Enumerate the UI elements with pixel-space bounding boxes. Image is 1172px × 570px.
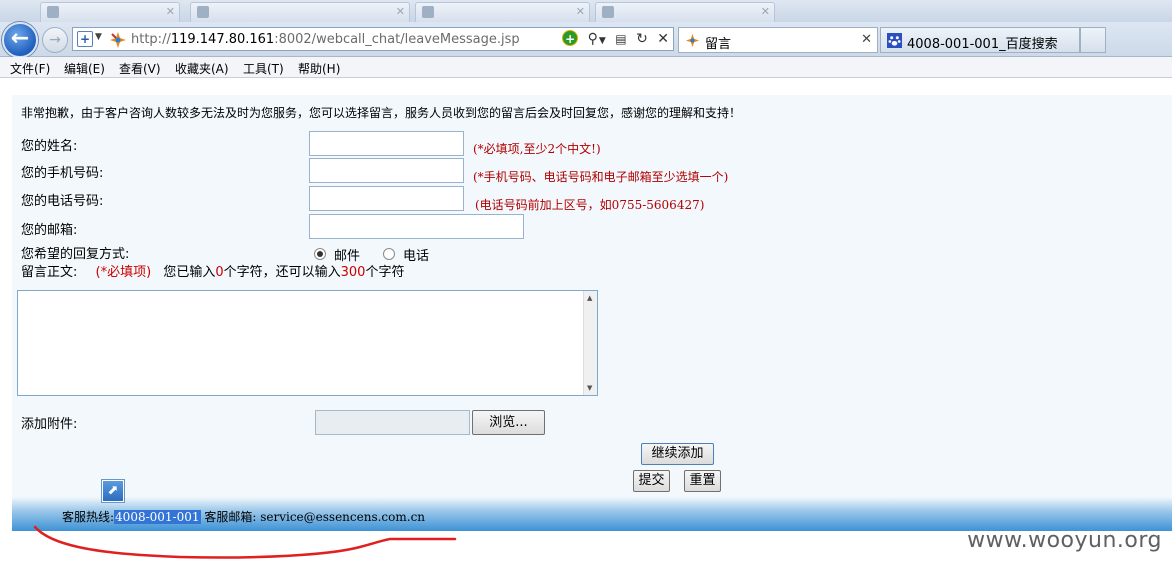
baidu-paw-icon bbox=[887, 33, 902, 48]
leave-message-form: 非常抱歉，由于客户咨询人数较多无法及时为您服务，您可以选择留言，服务人员收到您的… bbox=[12, 95, 1172, 531]
background-tab[interactable]: ✕ bbox=[595, 2, 775, 22]
name-input[interactable] bbox=[309, 131, 464, 156]
reply-phone-label: 电话 bbox=[403, 249, 430, 264]
reset-button[interactable]: 重置 bbox=[684, 470, 721, 492]
add-more-button[interactable]: 继续添加 bbox=[641, 443, 714, 465]
message-body-label: 留言正文: (*必填项) 您已输入0个字符，还可以输入300个字符 bbox=[21, 261, 404, 280]
compat-view-icon[interactable]: + bbox=[562, 30, 579, 46]
background-tab[interactable]: ✕ bbox=[40, 2, 180, 22]
email-label: 您的邮箱: bbox=[21, 223, 78, 238]
add-favorite-icon[interactable]: + bbox=[77, 31, 93, 47]
counter-suffix: 个字符 bbox=[365, 265, 405, 280]
menu-help[interactable]: 帮助(H) bbox=[298, 60, 340, 77]
url-text[interactable]: http://119.147.80.161:8002/webcall_chat/… bbox=[131, 32, 520, 47]
reply-email-radio[interactable] bbox=[314, 248, 326, 260]
back-arrow-icon[interactable]: ← bbox=[2, 22, 38, 58]
url-path: :8002/webcall_chat/leaveMessage.jsp bbox=[274, 32, 520, 47]
reply-method-label: 您希望的回复方式: bbox=[21, 247, 130, 262]
mobile-input[interactable] bbox=[309, 158, 464, 183]
navigation-bar: ← → + ▼ http://119.147.80.161:8002/webca… bbox=[0, 22, 1172, 58]
counter-typed: 0 bbox=[215, 265, 224, 280]
phone-hint: (电话号码前加上区号，如0755-5606427) bbox=[475, 198, 705, 212]
menu-edit[interactable]: 编辑(E) bbox=[64, 60, 105, 77]
tab-label: 留言 bbox=[705, 37, 732, 52]
menu-file[interactable]: 文件(F) bbox=[10, 60, 50, 77]
body-required-hint: (*必填项) bbox=[95, 265, 152, 280]
tab-favicon-icon bbox=[47, 6, 59, 18]
phone-input[interactable] bbox=[309, 186, 464, 211]
menu-tools[interactable]: 工具(T) bbox=[243, 60, 284, 77]
compat-page-icon[interactable]: ▤ bbox=[615, 32, 626, 46]
url-host: 119.147.80.161 bbox=[170, 32, 275, 47]
counter-remaining: 300 bbox=[340, 265, 366, 280]
site-favicon-icon bbox=[685, 33, 700, 48]
forward-arrow-icon[interactable]: → bbox=[42, 27, 68, 53]
background-tab[interactable]: ✕ bbox=[415, 2, 590, 22]
name-label: 您的姓名: bbox=[21, 139, 78, 154]
chevron-down-icon[interactable]: ▼ bbox=[599, 36, 606, 46]
menu-favorites[interactable]: 收藏夹(A) bbox=[175, 60, 229, 77]
tab-baidu-search[interactable]: 4008-001-001_百度搜索 bbox=[880, 27, 1080, 53]
menu-bar: 文件(F) 编辑(E) 查看(V) 收藏夹(A) 工具(T) 帮助(H) bbox=[0, 57, 1172, 78]
browse-button[interactable]: 浏览... bbox=[472, 410, 545, 435]
message-body-textarea[interactable]: ▲ ▼ bbox=[17, 290, 598, 396]
reply-phone-radio[interactable] bbox=[383, 248, 395, 260]
new-tab-button[interactable] bbox=[1080, 27, 1106, 53]
tab-label: 4008-001-001_百度搜索 bbox=[907, 37, 1058, 52]
tab-favicon-icon bbox=[422, 6, 434, 18]
close-icon[interactable]: ✕ bbox=[761, 5, 770, 18]
address-tools: + ⚲▼ ▤ ↻ ✕ bbox=[557, 30, 669, 47]
counter-mid: 个字符，还可以输入 bbox=[223, 265, 341, 280]
textarea-scrollbar[interactable]: ▲ ▼ bbox=[583, 291, 597, 395]
close-icon[interactable]: ✕ bbox=[861, 32, 872, 47]
background-tab-strip: ✕ ✕ ✕ ✕ bbox=[0, 0, 1172, 22]
scroll-up-icon[interactable]: ▲ bbox=[587, 294, 592, 302]
search-icon[interactable]: ⚲ bbox=[588, 31, 598, 47]
close-icon[interactable]: ✕ bbox=[576, 5, 585, 18]
url-prefix: http:// bbox=[131, 32, 171, 47]
address-bar[interactable]: + ▼ http://119.147.80.161:8002/webcall_c… bbox=[72, 27, 674, 51]
shortcut-arrow-icon[interactable]: ⬈ bbox=[102, 480, 124, 502]
background-tab[interactable]: ✕ bbox=[190, 2, 410, 22]
close-icon[interactable]: ✕ bbox=[657, 31, 669, 47]
phone-label: 您的电话号码: bbox=[21, 194, 104, 209]
notice-text: 非常抱歉，由于客户咨询人数较多无法及时为您服务，您可以选择留言，服务人员收到您的… bbox=[21, 106, 742, 120]
mobile-label: 您的手机号码: bbox=[21, 166, 104, 181]
menu-view[interactable]: 查看(V) bbox=[119, 60, 161, 77]
close-icon[interactable]: ✕ bbox=[166, 5, 175, 18]
tab-leave-message[interactable]: 留言 ✕ bbox=[678, 27, 878, 53]
watermark: www.wooyun.org bbox=[967, 528, 1162, 553]
page-viewport: 非常抱歉，由于客户咨询人数较多无法及时为您服务，您可以选择留言，服务人员收到您的… bbox=[0, 79, 1172, 570]
refresh-icon[interactable]: ↻ bbox=[636, 31, 648, 47]
attachment-path-input[interactable] bbox=[315, 410, 470, 435]
body-label-text: 留言正文: bbox=[21, 265, 78, 280]
site-favicon-icon bbox=[110, 32, 126, 48]
red-annotation-underline bbox=[33, 525, 457, 559]
name-hint: (*必填项,至少2个中文!) bbox=[473, 142, 601, 156]
counter-prefix: 您已输入 bbox=[163, 265, 216, 280]
chevron-down-icon[interactable]: ▼ bbox=[95, 32, 102, 42]
tab-favicon-icon bbox=[602, 6, 614, 18]
mobile-hint: (*手机号码、电话号码和电子邮箱至少选填一个) bbox=[473, 170, 729, 184]
attachment-label: 添加附件: bbox=[21, 417, 78, 432]
submit-button[interactable]: 提交 bbox=[633, 470, 670, 492]
email-input[interactable] bbox=[309, 214, 524, 239]
tab-favicon-icon bbox=[197, 6, 209, 18]
close-icon[interactable]: ✕ bbox=[396, 5, 405, 18]
scroll-down-icon[interactable]: ▼ bbox=[587, 384, 592, 392]
